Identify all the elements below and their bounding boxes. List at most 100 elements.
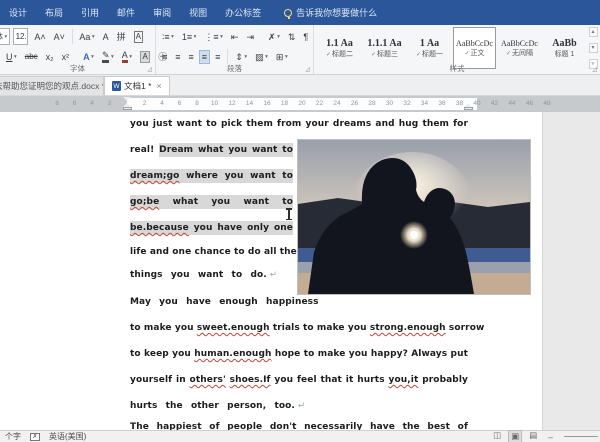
zoom-slider[interactable] bbox=[564, 436, 598, 437]
borders-button-icon: ⊞ bbox=[276, 52, 284, 62]
font-name-select[interactable]: 楷体▾ bbox=[0, 28, 10, 45]
styles-dialog-launcher-icon[interactable]: ◿ bbox=[592, 66, 597, 73]
shrink-font-button[interactable]: A˅ bbox=[51, 30, 68, 44]
grow-font-button[interactable]: A˄ bbox=[31, 30, 48, 44]
sunset-couple-image bbox=[298, 140, 530, 294]
font-size-select[interactable]: 12.5▾ bbox=[13, 28, 29, 45]
font-color-button[interactable]: A▾ bbox=[119, 48, 135, 65]
page-right-margin bbox=[542, 112, 600, 430]
ruler-number: 2 bbox=[140, 100, 150, 107]
word-count[interactable]: 个字 bbox=[5, 431, 21, 442]
font-dialog-launcher-icon[interactable]: ◿ bbox=[147, 66, 152, 73]
ribbon-tab-mailings[interactable]: 邮件 bbox=[108, 0, 144, 25]
inline-photo[interactable] bbox=[297, 139, 531, 295]
indent-marker-right[interactable] bbox=[463, 103, 473, 111]
paragraph-group-label: 段落 bbox=[156, 64, 313, 74]
ribbon-tabs: 设计布局引用邮件审阅视图办公标签 bbox=[0, 0, 270, 25]
ruler-number: 44 bbox=[507, 100, 517, 107]
ribbon-tab-review[interactable]: 审阅 bbox=[144, 0, 180, 25]
highlight-span: dream;go where you want to bbox=[130, 169, 293, 183]
divider bbox=[227, 49, 228, 64]
style-check-icon: ✓ bbox=[506, 51, 511, 57]
document-page[interactable]: you just want to pick them from your dre… bbox=[0, 112, 600, 430]
ribbon: 楷体▾12.5▾A˄A˅Aa▾A拼A U▾abcx₂x²A▾✎▾A▾A㊉ 字体 … bbox=[0, 25, 600, 75]
distribute-button[interactable]: ≡ bbox=[212, 50, 223, 64]
ruler-number: 10 bbox=[210, 100, 220, 107]
align-right-button[interactable]: ≡ bbox=[186, 50, 197, 64]
ruler-number: 14 bbox=[245, 100, 255, 107]
phonetic-guide-button-icon: 拼 bbox=[117, 32, 126, 42]
styles-scroll-up-icon[interactable]: ▴ bbox=[589, 27, 598, 37]
superscript-button[interactable]: x² bbox=[59, 50, 73, 64]
ribbon-tab-references[interactable]: 引用 bbox=[72, 0, 108, 25]
shading-button[interactable]: ▨▾ bbox=[252, 50, 271, 64]
read-mode-button[interactable]: ◫ bbox=[491, 430, 503, 442]
close-tab-icon[interactable]: × bbox=[156, 81, 161, 91]
zoom-out-button[interactable]: – bbox=[546, 432, 555, 442]
decrease-indent-button[interactable]: ⇤ bbox=[228, 30, 242, 44]
ribbon-tab-office-tab[interactable]: 办公标签 bbox=[216, 0, 270, 25]
sort-button[interactable]: ⇅ bbox=[285, 30, 299, 44]
subscript-button-icon: x₂ bbox=[46, 52, 54, 62]
styles-scroll-down-icon[interactable]: ▾ bbox=[589, 43, 598, 53]
asian-layout-button[interactable]: ✗▾ bbox=[265, 30, 283, 44]
style-item[interactable]: AaBbCcDc✓正文 bbox=[453, 27, 496, 69]
show-marks-button[interactable]: ¶ bbox=[300, 30, 311, 44]
style-item[interactable]: AaBbCcDc✓无间隔 bbox=[498, 27, 541, 69]
print-layout-button[interactable]: ▣ bbox=[508, 430, 522, 442]
doc-line: to keep you human.enough hope to make yo… bbox=[130, 348, 468, 361]
document-tab[interactable]: 法帮助您证明您的观点.docx * bbox=[0, 76, 104, 95]
text-cursor-ibeam bbox=[286, 208, 292, 220]
styles-group-label: 样式 bbox=[314, 64, 600, 74]
ribbon-tab-layout[interactable]: 布局 bbox=[36, 0, 72, 25]
subscript-button[interactable]: x₂ bbox=[43, 50, 57, 64]
underline-button[interactable]: U▾ bbox=[3, 50, 20, 64]
tell-me-box[interactable]: 告诉我你想要做什么 bbox=[284, 6, 377, 19]
text-effects-button[interactable]: A▾ bbox=[80, 50, 97, 64]
phonetic-guide-button[interactable]: 拼 bbox=[114, 30, 129, 44]
dropdown-caret-icon: ▾ bbox=[129, 54, 132, 60]
multilevel-list-button[interactable]: ⋮≡▾ bbox=[201, 30, 226, 44]
document-tab[interactable]: W文档1 *× bbox=[104, 76, 170, 95]
underline-button-icon: U bbox=[6, 52, 13, 62]
align-left-button[interactable]: ≡ bbox=[159, 50, 170, 64]
decrease-indent-button-icon: ⇤ bbox=[231, 32, 239, 42]
ruler[interactable]: 8642246810121416182022242628303234363840… bbox=[0, 96, 600, 112]
language-status[interactable]: 英语(美国) bbox=[49, 431, 86, 442]
numbering-button[interactable]: 1≡▾ bbox=[179, 30, 200, 44]
bullets-button[interactable]: ∶≡▾ bbox=[159, 30, 177, 44]
text-segment: you just want to pick them from your dre… bbox=[130, 119, 468, 129]
dropdown-caret-icon: ▾ bbox=[171, 34, 174, 40]
strikethrough-button[interactable]: abc bbox=[22, 50, 41, 64]
style-item[interactable]: 1 Aa✓标题一 bbox=[408, 27, 451, 69]
style-name: ✓标题一 bbox=[416, 49, 443, 59]
ribbon-tab-design[interactable]: 设计 bbox=[0, 0, 36, 25]
web-layout-button[interactable]: ▤ bbox=[527, 430, 539, 442]
character-border-button-icon: A bbox=[134, 31, 143, 43]
line-spacing-button[interactable]: ⇕▾ bbox=[232, 50, 250, 64]
character-border-button[interactable]: A bbox=[131, 29, 146, 45]
character-shading-button[interactable]: A bbox=[137, 49, 153, 65]
text-highlight-button[interactable]: ✎▾ bbox=[99, 48, 117, 65]
style-item[interactable]: 1.1 Aa✓标题二 bbox=[318, 27, 361, 69]
ruler-number: 8 bbox=[192, 100, 202, 107]
ruler-number: 22 bbox=[315, 100, 325, 107]
clear-formatting-button[interactable]: A bbox=[100, 30, 112, 44]
change-case-button[interactable]: Aa▾ bbox=[76, 30, 97, 44]
increase-indent-button[interactable]: ⇥ bbox=[243, 30, 257, 44]
style-name: 标题 1 bbox=[555, 49, 575, 59]
styles-gallery-scroll: ▴▾▿ bbox=[588, 27, 598, 69]
ribbon-tab-view[interactable]: 视图 bbox=[180, 0, 216, 25]
style-item[interactable]: AaBb标题 1 bbox=[543, 27, 586, 69]
proofing-status-icon[interactable]: ✗ bbox=[30, 433, 40, 441]
style-item[interactable]: 1.1.1 Aa✓标题三 bbox=[363, 27, 406, 69]
justify-button[interactable]: ≡ bbox=[199, 50, 210, 64]
align-center-button[interactable]: ≡ bbox=[172, 50, 183, 64]
borders-button[interactable]: ⊞▾ bbox=[273, 50, 291, 64]
style-preview: AaBb bbox=[552, 38, 576, 49]
ruler-number: 34 bbox=[420, 100, 430, 107]
style-name: ✓无间隔 bbox=[506, 48, 533, 58]
dropdown-caret-icon: ▾ bbox=[265, 54, 268, 60]
paragraph-dialog-launcher-icon[interactable]: ◿ bbox=[305, 66, 310, 73]
indent-marker-left[interactable] bbox=[122, 97, 132, 111]
